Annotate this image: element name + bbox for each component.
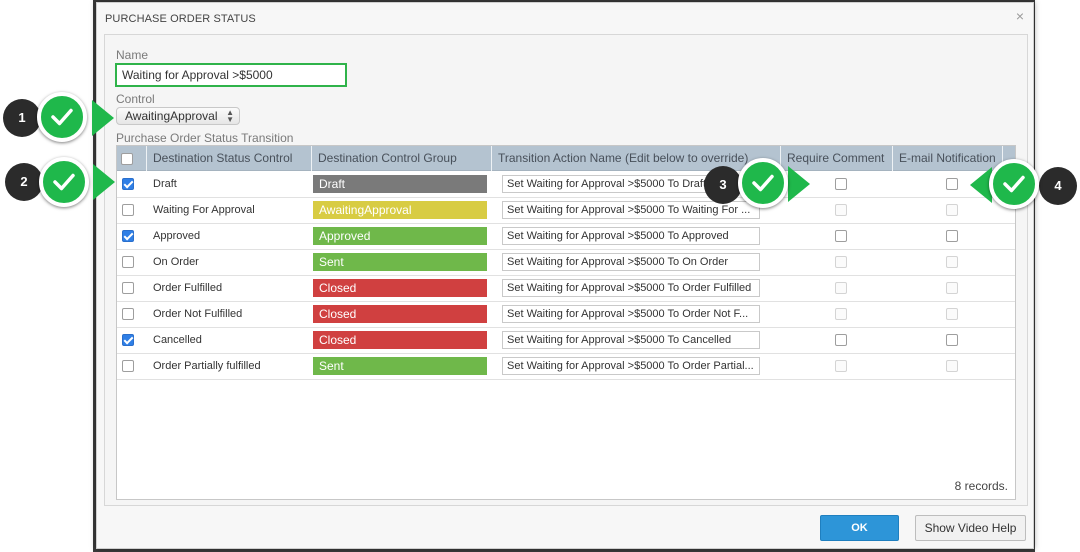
email-notification-checkbox [946, 204, 958, 216]
table-row: Approved Approved [117, 224, 1015, 250]
email-notification-checkbox[interactable] [946, 178, 958, 190]
destination-group-tag: Sent [313, 253, 487, 271]
control-label: Control [116, 92, 155, 106]
header-transition-action[interactable]: Transition Action Name (Edit below to ov… [492, 146, 781, 171]
purchase-order-status-dialog: PURCHASE ORDER STATUS × Name Control Awa… [96, 2, 1034, 549]
email-notification-checkbox [946, 282, 958, 294]
destination-status-cell: On Order [153, 256, 199, 268]
require-comment-checkbox[interactable] [835, 334, 847, 346]
destination-status-cell: Order Not Fulfilled [153, 308, 243, 320]
require-comment-checkbox [835, 360, 847, 372]
header-destination-status[interactable]: Destination Status Control [147, 146, 312, 171]
records-count: 8 records. [954, 479, 1008, 493]
callout-badge-4: 4 [1039, 167, 1077, 205]
control-select[interactable]: AwaitingApproval ▲ ▼ [116, 107, 240, 125]
table-row: Order Not Fulfilled Closed [117, 302, 1015, 328]
transition-action-input[interactable] [502, 253, 760, 271]
select-all-checkbox[interactable] [121, 153, 133, 165]
require-comment-checkbox [835, 282, 847, 294]
destination-status-cell: Draft [153, 178, 177, 190]
row-select-checkbox[interactable] [122, 360, 134, 372]
ok-button[interactable]: OK [820, 515, 899, 541]
check-icon [39, 157, 89, 207]
select-arrows-icon: ▲ ▼ [226, 108, 234, 124]
destination-status-cell: Order Fulfilled [153, 282, 223, 294]
email-notification-checkbox [946, 308, 958, 320]
dialog-title: PURCHASE ORDER STATUS [105, 13, 256, 25]
row-select-checkbox[interactable] [122, 308, 134, 320]
table-row: On Order Sent [117, 250, 1015, 276]
transition-grid: Destination Status Control Destination C… [116, 145, 1016, 500]
transition-action-input[interactable] [502, 331, 760, 349]
require-comment-checkbox[interactable] [835, 230, 847, 242]
destination-group-tag: Closed [313, 331, 487, 349]
row-select-checkbox[interactable] [122, 334, 134, 346]
name-input[interactable] [115, 63, 347, 87]
callout-pointer-2 [93, 164, 115, 200]
row-select-checkbox[interactable] [122, 178, 134, 190]
transition-label: Purchase Order Status Transition [116, 131, 294, 145]
destination-group-tag: Approved [313, 227, 487, 245]
destination-group-tag: Closed [313, 305, 487, 323]
header-select-all-cell [117, 146, 147, 171]
row-select-checkbox[interactable] [122, 282, 134, 294]
email-notification-checkbox[interactable] [946, 230, 958, 242]
table-row: Waiting For Approval AwaitingApproval [117, 198, 1015, 224]
require-comment-checkbox[interactable] [835, 178, 847, 190]
destination-group-tag: Draft [313, 175, 487, 193]
destination-group-tag: Sent [313, 357, 487, 375]
callout-badge-3: 3 [704, 166, 742, 204]
email-notification-checkbox [946, 360, 958, 372]
table-row: Cancelled Closed [117, 328, 1015, 354]
callout-pointer-1 [92, 100, 114, 136]
transition-action-input[interactable] [502, 227, 760, 245]
destination-status-cell: Cancelled [153, 334, 202, 346]
email-notification-checkbox[interactable] [946, 334, 958, 346]
require-comment-checkbox [835, 308, 847, 320]
dialog-content: Name Control AwaitingApproval ▲▼ Purchas… [104, 34, 1028, 506]
email-notification-checkbox [946, 256, 958, 268]
table-row: Order Fulfilled Closed [117, 276, 1015, 302]
row-select-checkbox[interactable] [122, 204, 134, 216]
transition-action-input[interactable] [502, 357, 760, 375]
show-video-help-button[interactable]: Show Video Help [915, 515, 1026, 541]
header-destination-group[interactable]: Destination Control Group [312, 146, 492, 171]
table-row: Order Partially fulfilled Sent [117, 354, 1015, 380]
check-icon [37, 92, 87, 142]
table-row: Draft Draft [117, 172, 1015, 198]
grid-header: Destination Status Control Destination C… [117, 146, 1015, 171]
check-icon [738, 158, 788, 208]
control-select-value: AwaitingApproval [125, 109, 218, 123]
check-icon [989, 159, 1039, 209]
destination-status-cell: Approved [153, 230, 201, 242]
require-comment-checkbox [835, 204, 847, 216]
callout-badge-2: 2 [5, 163, 43, 201]
callout-pointer-3 [788, 166, 810, 202]
destination-status-cell: Order Partially fulfilled [153, 360, 261, 372]
callout-badge-1: 1 [3, 99, 41, 137]
destination-group-tag: Closed [313, 279, 487, 297]
row-select-checkbox[interactable] [122, 256, 134, 268]
transition-action-input[interactable] [502, 279, 760, 297]
destination-group-tag: AwaitingApproval [313, 201, 487, 219]
destination-status-cell: Waiting For Approval [153, 204, 255, 216]
row-select-checkbox[interactable] [122, 230, 134, 242]
close-icon[interactable]: × [1013, 9, 1027, 23]
require-comment-checkbox [835, 256, 847, 268]
transition-action-input[interactable] [502, 305, 760, 323]
name-label: Name [116, 48, 149, 62]
